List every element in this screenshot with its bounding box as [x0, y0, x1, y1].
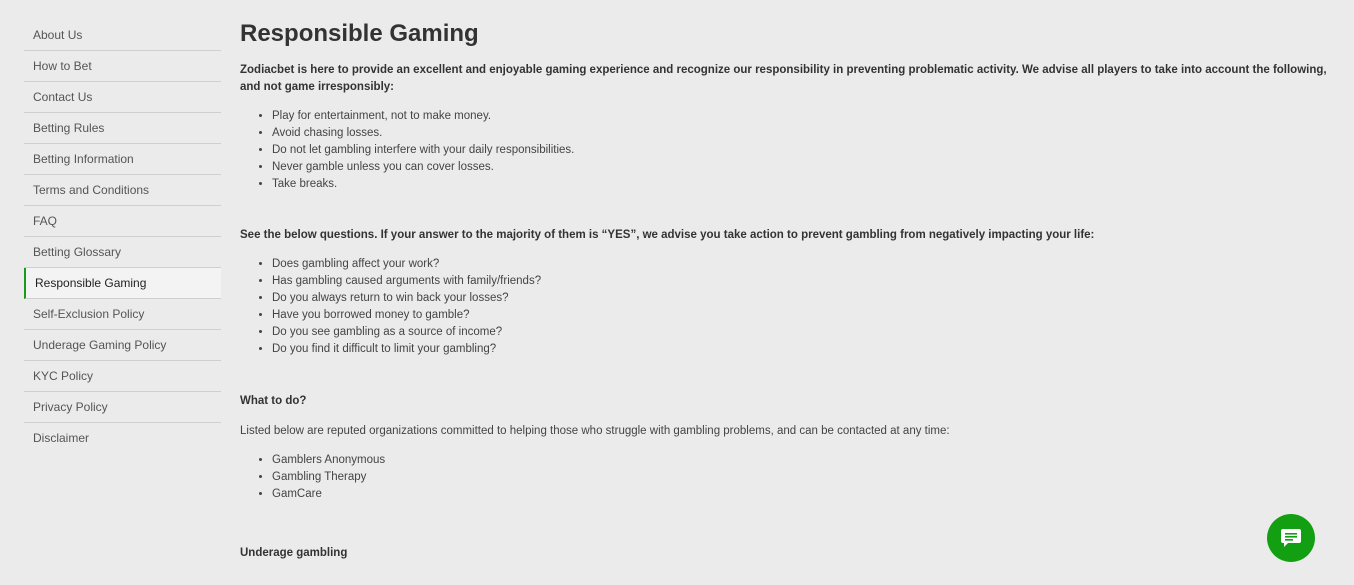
list-item: Do you always return to win back your lo…	[272, 290, 1335, 307]
chat-bubble-icon	[1281, 529, 1301, 547]
sidebar-item-faq[interactable]: FAQ	[24, 206, 221, 237]
intro-paragraph: Zodiacbet is here to provide an excellen…	[240, 64, 1327, 93]
sidebar-item-betting-rules[interactable]: Betting Rules	[24, 113, 221, 144]
underage-gambling-heading: Underage gambling	[240, 547, 348, 559]
advice-list: Play for entertainment, not to make mone…	[240, 108, 1335, 193]
questions-intro: See the below questions. If your answer …	[240, 229, 1095, 241]
main-content: Responsible Gaming Zodiacbet is here to …	[240, 18, 1335, 562]
sidebar-item-underage-gaming-policy[interactable]: Underage Gaming Policy	[24, 330, 221, 361]
sidebar-item-kyc-policy[interactable]: KYC Policy	[24, 361, 221, 392]
what-to-do-heading: What to do?	[240, 395, 307, 407]
page: About Us How to Bet Contact Us Betting R…	[0, 0, 1354, 585]
list-item: Do you find it difficult to limit your g…	[272, 341, 1335, 358]
list-item: Have you borrowed money to gamble?	[272, 307, 1335, 324]
sidebar-item-contact-us[interactable]: Contact Us	[24, 82, 221, 113]
list-item: Never gamble unless you can cover losses…	[272, 159, 1335, 176]
sidebar-item-privacy-policy[interactable]: Privacy Policy	[24, 392, 221, 423]
sidebar-item-self-exclusion-policy[interactable]: Self-Exclusion Policy	[24, 299, 221, 330]
list-item: Avoid chasing losses.	[272, 125, 1335, 142]
list-item: Has gambling caused arguments with famil…	[272, 273, 1335, 290]
list-item: Play for entertainment, not to make mone…	[272, 108, 1335, 125]
organizations-list: Gamblers Anonymous Gambling Therapy GamC…	[240, 452, 1335, 503]
list-item: Do you see gambling as a source of incom…	[272, 324, 1335, 341]
list-item: GamCare	[272, 486, 1335, 503]
list-item: Does gambling affect your work?	[272, 256, 1335, 273]
list-item: Gamblers Anonymous	[272, 452, 1335, 469]
list-item: Gambling Therapy	[272, 469, 1335, 486]
sidebar-item-responsible-gaming[interactable]: Responsible Gaming	[24, 268, 221, 299]
sidebar-nav: About Us How to Bet Contact Us Betting R…	[24, 20, 221, 453]
sidebar-item-betting-information[interactable]: Betting Information	[24, 144, 221, 175]
sidebar-item-disclaimer[interactable]: Disclaimer	[24, 423, 221, 453]
sidebar-item-how-to-bet[interactable]: How to Bet	[24, 51, 221, 82]
organizations-intro: Listed below are reputed organizations c…	[240, 425, 950, 437]
page-title: Responsible Gaming	[240, 20, 479, 47]
chat-button[interactable]	[1267, 514, 1315, 562]
list-item: Take breaks.	[272, 176, 1335, 193]
questions-list: Does gambling affect your work? Has gamb…	[240, 256, 1335, 358]
list-item: Do not let gambling interfere with your …	[272, 142, 1335, 159]
sidebar-item-betting-glossary[interactable]: Betting Glossary	[24, 237, 221, 268]
sidebar-item-about-us[interactable]: About Us	[24, 20, 221, 51]
sidebar-item-terms-and-conditions[interactable]: Terms and Conditions	[24, 175, 221, 206]
